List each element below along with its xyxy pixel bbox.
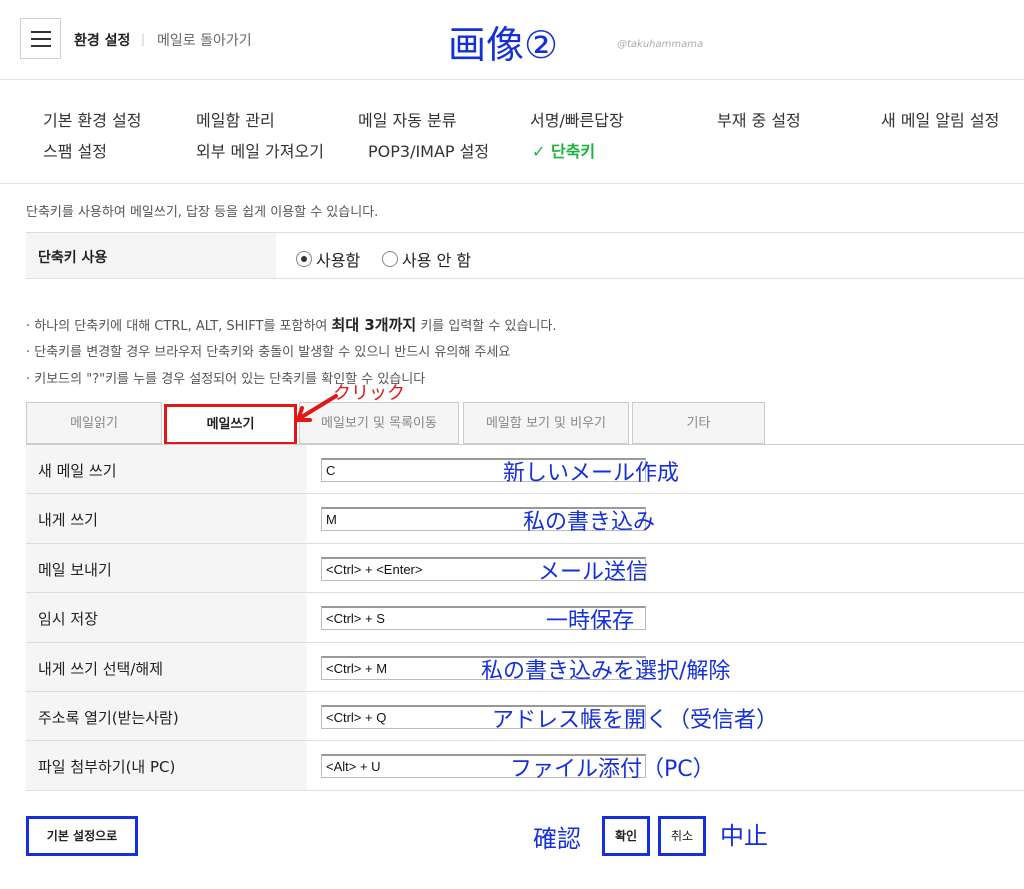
tab-mailbox-view-empty[interactable]: 메일함 보기 및 비우기 (463, 402, 629, 444)
radio-use-off-label: 사용 안 함 (402, 251, 472, 270)
shortcut-use-label: 단축키 사용 (38, 250, 108, 266)
settings-nav: 기본 환경 설정 메일함 관리 메일 자동 분류 서명/빠른답장 부재 중 설정… (0, 80, 1024, 184)
header: 환경 설정 | 메일로 돌아가기 画像② @takuhammama (0, 0, 1024, 80)
table-row: 임시 저장 <Ctrl> + S 一時保存 (26, 593, 1024, 643)
table-row: 주소록 열기(받는사람) <Ctrl> + Q アドレス帳を開く（受信者） (26, 691, 1024, 742)
table-row: 내게 쓰기 M 私の書き込み (26, 494, 1024, 544)
shortcut-use-row: 단축키 사용 사용함 사용 안 함 (26, 232, 1024, 279)
annotation-note: 私の書き込みを選択/解除 (481, 658, 731, 684)
annotation-note: メール送信 (538, 559, 649, 585)
note-max-keys-bold: 최대 3개까지 (331, 316, 417, 334)
nav-item-shortcuts[interactable]: ✓ 단축키 (532, 138, 595, 162)
nav-item-spam[interactable]: 스팸 설정 (43, 138, 107, 162)
arrow-annotation-icon (296, 394, 338, 422)
table-row: 파일 첨부하기(내 PC) <Alt> + U ファイル添付（PC） (26, 741, 1024, 791)
annotation-title: 画像② (448, 23, 559, 67)
shortcut-label: 메일 보내기 (38, 560, 112, 579)
shortcut-label: 내게 쓰기 (38, 511, 98, 530)
nav-item-auto-sort[interactable]: 메일 자동 분류 (358, 107, 457, 131)
nav-item-mailbox[interactable]: 메일함 관리 (196, 107, 275, 131)
radio-use-on[interactable]: 사용함 (296, 247, 360, 271)
radio-use-on-label: 사용함 (316, 251, 361, 270)
confirm-button[interactable]: 확인 (602, 816, 650, 856)
shortcut-label: 임시 저장 (38, 610, 98, 629)
radio-unchecked-icon[interactable] (382, 251, 398, 267)
page-title: 환경 설정 (74, 33, 131, 49)
radio-use-off[interactable]: 사용 안 함 (382, 247, 471, 271)
table-row: 메일 보내기 <Ctrl> + <Enter> メール送信 (26, 543, 1024, 594)
tab-mail-write[interactable]: 메일쓰기 (164, 404, 297, 445)
hamburger-menu-icon[interactable] (20, 18, 61, 59)
watermark: @takuhammama (617, 39, 704, 50)
table-row: 새 메일 쓰기 C 新しいメール作成 (26, 445, 1024, 495)
reset-default-button[interactable]: 기본 설정으로 (26, 816, 138, 856)
description-text: 단축키를 사용하여 메일쓰기, 답장 등을 쉽게 이용할 수 있습니다. (26, 205, 379, 220)
note-max-keys: · 하나의 단축키에 대해 CTRL, ALT, SHIFT를 포함하여 최대 … (26, 316, 557, 334)
nav-item-pop3-imap[interactable]: POP3/IMAP 설정 (368, 138, 489, 162)
nav-item-basic[interactable]: 기본 환경 설정 (43, 107, 142, 131)
shortcut-label: 내게 쓰기 선택/해제 (38, 659, 163, 678)
annotation-note: アドレス帳を開く（受信者） (492, 707, 779, 733)
shortcut-label: 새 메일 쓰기 (38, 462, 117, 480)
nav-item-away[interactable]: 부재 중 설정 (717, 107, 801, 131)
click-annotation: クリック (333, 383, 405, 404)
annotation-note: 新しいメール作成 (503, 461, 680, 486)
nav-item-notification[interactable]: 새 메일 알림 설정 (881, 107, 999, 131)
annotation-confirm: 確認 (533, 825, 581, 853)
annotation-note: ファイル添付（PC） (510, 757, 715, 783)
header-separator: | (141, 32, 146, 46)
radio-checked-icon[interactable] (296, 251, 312, 267)
nav-item-signature[interactable]: 서명/빠른답장 (530, 107, 624, 131)
tab-mail-read[interactable]: 메일읽기 (26, 402, 162, 444)
shortcut-label: 주소록 열기(받는사람) (38, 708, 179, 727)
annotation-note: 私の書き込み (523, 510, 656, 536)
tab-etc[interactable]: 기타 (632, 402, 765, 444)
shortcut-table: 새 메일 쓰기 C 新しいメール作成 내게 쓰기 M 私の書き込み 메일 보내기… (26, 445, 1024, 791)
shortcut-label: 파일 첨부하기(내 PC) (38, 758, 176, 777)
note-conflict: · 단축키를 변경할 경우 브라우저 단축키와 충돌이 발생할 수 있으니 반드… (26, 345, 511, 360)
back-to-mail-link[interactable]: 메일로 돌아가기 (157, 30, 252, 50)
cancel-button[interactable]: 취소 (658, 816, 706, 856)
annotation-cancel: 中止 (720, 822, 768, 850)
nav-item-external-mail[interactable]: 외부 메일 가져오기 (196, 138, 324, 162)
table-row: 내게 쓰기 선택/해제 <Ctrl> + M 私の書き込みを選択/解除 (26, 642, 1024, 692)
annotation-note: 一時保存 (546, 609, 635, 635)
